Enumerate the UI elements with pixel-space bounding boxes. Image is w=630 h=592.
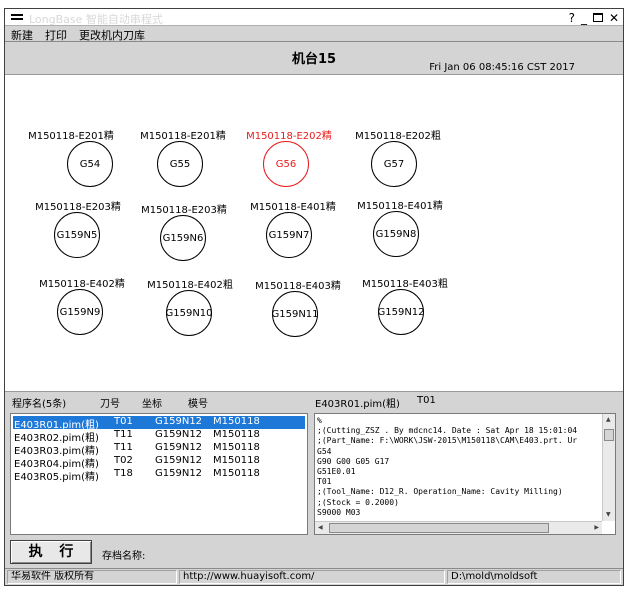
nc-code-view[interactable]: % ;(Cutting_ZSZ . By mdcnc14. Date : Sat…: [314, 413, 616, 535]
horizontal-scroll-thumb[interactable]: [329, 523, 549, 533]
window-controls: ? _ ✕: [569, 9, 619, 26]
slot-circle: G159N6: [160, 215, 206, 261]
app-menu-icon[interactable]: [11, 14, 23, 20]
fixture-slot[interactable]: M150118-E402粗 G159N10: [135, 276, 245, 356]
window-title: LongBase 智能自动串程式: [29, 13, 163, 26]
minimize-icon[interactable]: _: [581, 11, 587, 25]
program-name-cell: E403R05.pim(精): [14, 472, 99, 483]
scroll-up-icon[interactable]: ▲: [606, 416, 611, 424]
coordinate-cell: G159N12: [155, 416, 203, 427]
fixture-slot[interactable]: M150118-E203精 G159N5: [23, 198, 133, 278]
slot-part-label: M150118-E403精: [255, 281, 341, 292]
app-window: LongBase 智能自动串程式 ? _ ✕ 新建 打印 更改机内刀库 机台15…: [4, 8, 624, 586]
slot-circle: G159N9: [57, 289, 103, 335]
slot-part-label: M150118-E203精: [141, 205, 227, 216]
slot-circle: G159N8: [373, 211, 419, 257]
slot-part-label: M150118-E202精: [246, 131, 332, 142]
program-list[interactable]: E403R01.pim(粗) T01 G159N12 M150118 E403R…: [10, 413, 308, 535]
header-program-name: 程序名(5条): [12, 399, 67, 410]
menu-new[interactable]: 新建: [5, 26, 39, 42]
code-view-header: E403R01.pim(粗) T01: [309, 393, 623, 411]
list-item[interactable]: E403R03.pim(精) T11 G159N12 M150118: [11, 442, 307, 457]
fixture-slot[interactable]: M150118-E202精 G56: [234, 127, 344, 207]
slot-circle: G159N7: [266, 212, 312, 258]
menu-print[interactable]: 打印: [39, 26, 73, 42]
code-file-name: E403R01.pim(粗): [315, 399, 400, 410]
fixture-slot[interactable]: M150118-E401精 G159N7: [238, 198, 348, 278]
mold-cell: M150118: [213, 455, 260, 466]
vertical-scrollbar[interactable]: ▲ ▼: [602, 414, 615, 521]
tool-cell: T18: [114, 468, 133, 479]
fixture-slot[interactable]: M150118-E203精 G159N6: [129, 201, 239, 281]
slot-circle: G159N11: [271, 291, 319, 337]
slot-part-label: M150118-E403粗: [362, 279, 448, 290]
fixture-slot[interactable]: M150118-E403精 G159N11: [243, 277, 353, 357]
execute-button[interactable]: 执 行: [10, 540, 92, 564]
code-tool-number: T01: [417, 395, 436, 406]
slot-circle: G56: [263, 141, 309, 187]
scroll-down-icon[interactable]: ▼: [606, 511, 611, 519]
program-list-header: 程序名(5条) 刀号 坐标 模号: [5, 393, 309, 411]
slot-part-label: M150118-E401精: [357, 201, 443, 212]
header-tool-number: 刀号: [100, 399, 120, 410]
status-url: http://www.huayisoft.com/: [179, 570, 445, 584]
fixture-slot[interactable]: M150118-E402精 G159N9: [27, 275, 137, 355]
mold-cell: M150118: [213, 442, 260, 453]
archive-name-label: 存档名称:: [102, 551, 146, 562]
status-copyright: 华易软件 版权所有: [7, 570, 177, 584]
menu-bar: 新建 打印 更改机内刀库: [5, 26, 623, 42]
fixture-slot[interactable]: M150118-E201精 G54: [16, 127, 126, 207]
help-icon[interactable]: ?: [569, 11, 575, 25]
nc-code-text: % ;(Cutting_ZSZ . By mdcnc14. Date : Sat…: [317, 416, 578, 517]
menu-change-tool-magazine[interactable]: 更改机内刀库: [73, 26, 151, 42]
tool-cell: T02: [114, 455, 133, 466]
slot-part-label: M150118-E201精: [28, 131, 114, 142]
machine-header: 机台15 Fri Jan 06 08:45:16 CST 2017: [5, 43, 623, 74]
vertical-scroll-thumb[interactable]: [604, 429, 614, 441]
mold-cell: M150118: [213, 468, 260, 479]
list-item[interactable]: E403R04.pim(精) T02 G159N12 M150118: [11, 455, 307, 470]
slot-part-label: M150118-E201精: [140, 131, 226, 142]
status-bar: 华易软件 版权所有 http://www.huayisoft.com/ D:\m…: [5, 568, 623, 585]
slot-circle: G159N12: [377, 289, 425, 335]
fixture-slot[interactable]: M150118-E401精 G159N8: [345, 197, 455, 277]
slot-circle: G54: [67, 141, 113, 187]
header-coordinate: 坐标: [142, 399, 162, 410]
coordinate-cell: G159N12: [155, 442, 203, 453]
list-item[interactable]: E403R01.pim(粗) T01 G159N12 M150118: [13, 416, 305, 431]
slot-part-label: M150118-E401精: [250, 202, 336, 213]
horizontal-scrollbar[interactable]: ◀ ▶: [315, 521, 602, 534]
header-mold-number: 模号: [188, 399, 208, 410]
scroll-right-icon[interactable]: ▶: [594, 524, 599, 532]
coordinate-cell: G159N12: [155, 429, 203, 440]
mold-cell: M150118: [213, 416, 260, 427]
slot-part-label: M150118-E202粗: [355, 131, 441, 142]
fixture-slot[interactable]: M150118-E201精 G55: [128, 127, 238, 207]
slot-part-label: M150118-E402粗: [147, 280, 233, 291]
status-path: D:\mold\moldsoft: [447, 570, 621, 584]
maximize-icon[interactable]: [592, 13, 603, 22]
slot-circle: G55: [157, 141, 203, 187]
fixture-slot[interactable]: M150118-E202粗 G57: [343, 127, 453, 207]
title-bar: LongBase 智能自动串程式 ? _ ✕: [5, 9, 623, 26]
tool-cell: T11: [114, 429, 133, 440]
slot-circle: G57: [371, 141, 417, 187]
fixture-layout: M150118-E201精 G54 M150118-E201精 G55 M150…: [5, 74, 623, 392]
close-icon[interactable]: ✕: [609, 11, 619, 25]
slot-part-label: M150118-E402精: [39, 279, 125, 290]
slot-part-label: M150118-E203精: [35, 202, 121, 213]
coordinate-cell: G159N12: [155, 455, 203, 466]
slot-circle: G159N10: [165, 290, 213, 336]
slot-circle: G159N5: [54, 212, 100, 258]
coordinate-cell: G159N12: [155, 468, 203, 479]
fixture-slot[interactable]: M150118-E403粗 G159N12: [350, 275, 460, 355]
list-item[interactable]: E403R02.pim(粗) T11 G159N12 M150118: [11, 429, 307, 444]
tool-cell: T11: [114, 442, 133, 453]
action-row: 执 行 存档名称:: [5, 537, 623, 567]
list-item[interactable]: E403R05.pim(精) T18 G159N12 M150118: [11, 468, 307, 483]
datetime-display: Fri Jan 06 08:45:16 CST 2017: [429, 62, 575, 73]
mold-cell: M150118: [213, 429, 260, 440]
scroll-left-icon[interactable]: ◀: [318, 524, 323, 532]
tool-cell: T01: [114, 416, 133, 427]
